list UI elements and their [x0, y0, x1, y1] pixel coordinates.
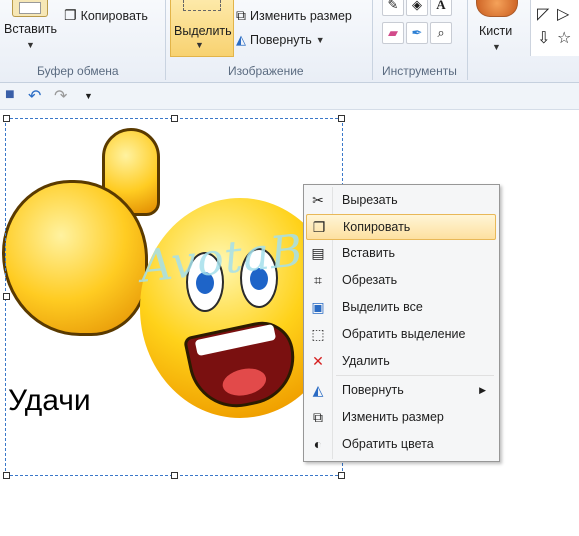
selection-handle[interactable]	[3, 115, 10, 122]
arrow-shape-icon[interactable]: ▷	[557, 4, 569, 24]
paste-icon: ▤	[311, 244, 325, 261]
tools-group-label: Инструменты	[382, 64, 457, 78]
shapes-gallery[interactable]: ◸ ▷ ⇩ ☆	[530, 0, 579, 56]
context-menu: ✂ Вырезать ❐ Копировать ▤ Вставить ⌗ Обр…	[303, 184, 500, 462]
invert-selection-icon: ⬚	[311, 325, 325, 342]
menu-item-resize[interactable]: ⧉ Изменить размер	[306, 405, 496, 429]
paste-icon[interactable]	[12, 0, 48, 17]
fill-tool-icon[interactable]: ◈	[406, 0, 428, 16]
brushes-label[interactable]: Кисти	[479, 24, 512, 38]
paste-button[interactable]: Вставить	[4, 22, 57, 36]
menu-item-copy[interactable]: ❐ Копировать	[306, 214, 496, 240]
group-divider	[372, 0, 373, 80]
menu-item-crop[interactable]: ⌗ Обрезать	[306, 268, 496, 292]
rotate-icon: ◭	[236, 32, 246, 47]
selection-handle[interactable]	[171, 472, 178, 479]
down-arrow-shape-icon[interactable]: ⇩	[537, 28, 550, 48]
resize-icon: ⧉	[313, 408, 323, 425]
resize-label: Изменить размер	[250, 8, 352, 23]
selection-handle[interactable]	[171, 115, 178, 122]
select-dropdown-icon: ▼	[195, 40, 204, 50]
triangle-shape-icon[interactable]: ◸	[537, 4, 549, 24]
menu-item-cut[interactable]: ✂ Вырезать	[306, 188, 496, 212]
rotate-button[interactable]: ◭ Повернуть ▼	[236, 32, 325, 48]
magnifier-icon[interactable]: ⌕	[430, 22, 452, 44]
image-group-label: Изображение	[228, 64, 304, 78]
submenu-arrow-icon: ▶	[479, 384, 486, 395]
select-button[interactable]: Выделить ▼	[170, 0, 234, 57]
selection-handle[interactable]	[338, 115, 345, 122]
paste-label: Вставить	[4, 22, 57, 36]
save-icon[interactable]: ■	[5, 86, 15, 104]
resize-button[interactable]: ⧉ Изменить размер	[236, 7, 352, 24]
menu-item-invert-selection[interactable]: ⬚ Обратить выделение	[306, 322, 496, 346]
rotate-icon: ◭	[312, 381, 324, 398]
selection-handle[interactable]	[338, 472, 345, 479]
selection-handle[interactable]	[3, 472, 10, 479]
brush-icon[interactable]	[476, 0, 518, 17]
pencil-tool-icon[interactable]: ✎	[382, 0, 404, 16]
group-divider	[467, 0, 468, 80]
select-all-icon: ▣	[311, 298, 325, 315]
crop-icon: ⌗	[314, 271, 322, 288]
undo-icon[interactable]: ↶	[28, 86, 41, 106]
delete-icon: ✕	[312, 352, 324, 369]
scissors-icon: ✂	[312, 191, 324, 208]
eraser-tool-icon[interactable]: ▰	[382, 22, 404, 44]
menu-separator	[336, 375, 494, 376]
ribbon: Вставить ▼ ❐ Копировать Буфер обмена Выд…	[0, 0, 579, 83]
customize-toolbar-icon[interactable]: ▼	[84, 91, 93, 101]
select-label: Выделить	[174, 24, 232, 38]
menu-item-invert-colors[interactable]: ◐ Обратить цвета	[306, 432, 496, 456]
rotate-label: Повернуть	[250, 33, 312, 47]
menu-item-paste[interactable]: ▤ Вставить	[306, 241, 496, 265]
quick-access-toolbar: ■ ↶ ↷ ▼	[0, 83, 579, 110]
selection-handle[interactable]	[3, 293, 10, 300]
invert-colors-icon: ◐	[313, 436, 323, 452]
group-divider	[165, 0, 166, 80]
brushes-dropdown-icon[interactable]: ▼	[492, 42, 501, 52]
redo-icon[interactable]: ↷	[54, 86, 67, 106]
clipboard-group-label: Буфер обмена	[37, 64, 119, 78]
menu-item-select-all[interactable]: ▣ Выделить все	[306, 295, 496, 319]
select-rect-icon	[183, 0, 221, 11]
selection-rectangle[interactable]	[5, 118, 343, 476]
text-tool-icon[interactable]: A	[430, 0, 452, 16]
copy-icon: ❐	[312, 218, 326, 235]
resize-icon: ⧉	[236, 7, 246, 23]
color-picker-icon[interactable]: ✒	[406, 22, 428, 44]
star-shape-icon[interactable]: ☆	[557, 28, 571, 48]
rotate-dropdown-icon: ▼	[315, 35, 325, 45]
copy-icon: ❐	[64, 7, 77, 23]
menu-item-delete[interactable]: ✕ Удалить	[306, 349, 496, 373]
paste-dropdown-icon[interactable]: ▼	[26, 40, 35, 50]
menu-item-rotate[interactable]: ◭ Повернуть ▶	[306, 378, 496, 402]
copy-label: Копировать	[80, 8, 148, 23]
copy-button[interactable]: ❐ Копировать	[64, 7, 148, 24]
